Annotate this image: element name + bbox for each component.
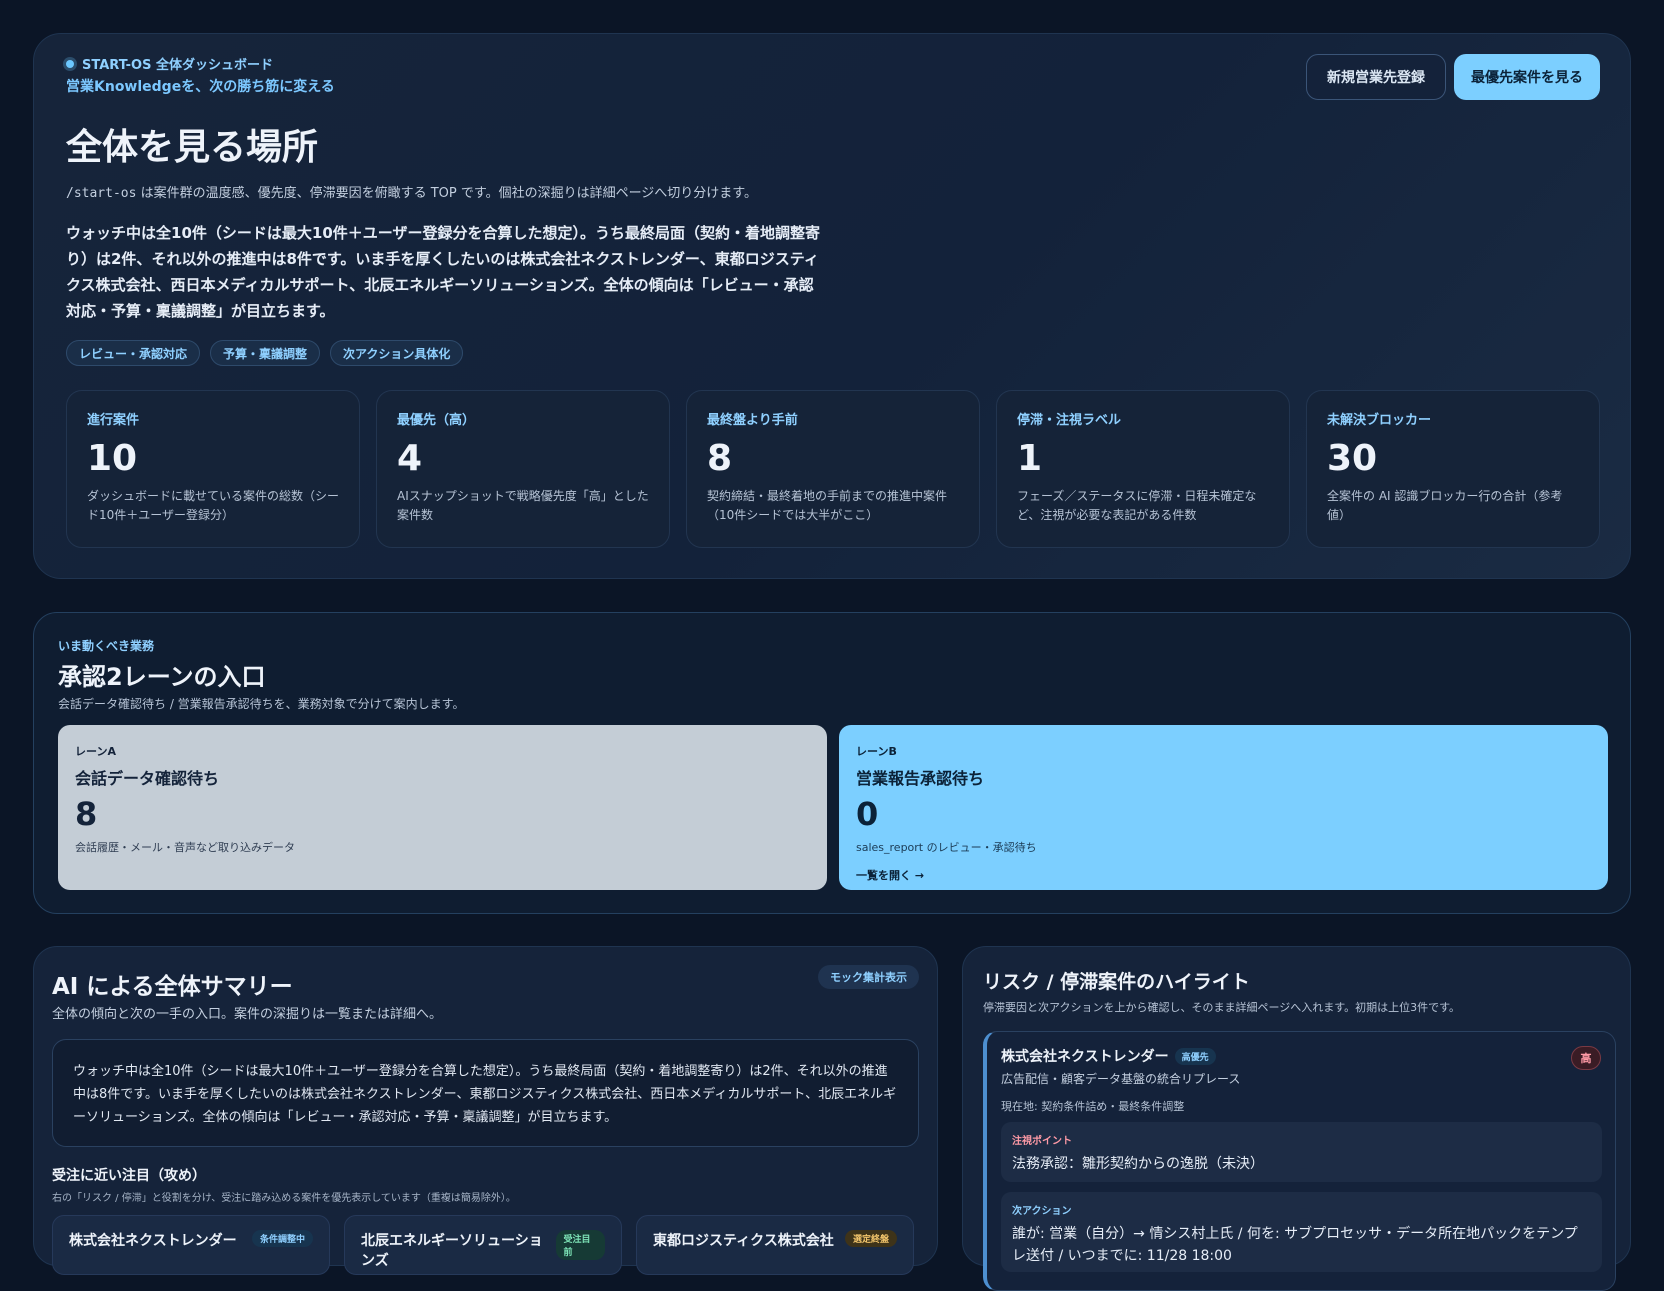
lane-title: 営業報告承認待ち (856, 769, 985, 788)
stat-label: 進行案件 (87, 413, 140, 428)
attack-section-subtitle: 右の「リスク / 停滞」と役割を分け、受注に踏み込める案件を優先表示しています（… (52, 1193, 516, 1204)
stat-description: 契約締結・最終着地の手前までの推進中案件（10件シードでは大半がここ） (707, 489, 948, 522)
trend-chip[interactable]: レビュー・承認対応 (66, 340, 201, 366)
stat-description: AIスナップショットで戦略優先度「高」とした案件数 (397, 489, 649, 522)
ai-summary-subtitle: 全体の傾向と次の一手の入口。案件の深掘りは一覧または詳細へ。 (52, 1007, 443, 1022)
lane-description: 会話履歴・メール・音声など取り込みデータ (75, 841, 295, 854)
attack-deal-list: 株式会社ネクストレンダー 条件調整中 北辰エネルギーソリューションズ 受注目前 … (52, 1215, 914, 1275)
deal-card[interactable]: 株式会社ネクストレンダー 条件調整中 (52, 1215, 330, 1275)
stat-label: 最終盤より手前 (707, 413, 798, 428)
status-dot-icon (66, 59, 74, 68)
stat-card-active-deals: 進行案件 10 ダッシュボードに載せている案件の総数（シード10件＋ユーザー登録… (66, 390, 360, 548)
deal-name: 北辰エネルギーソリューションズ (361, 1233, 543, 1269)
deal-status-badge: 受注目前 (555, 1230, 605, 1260)
attack-section-title: 受注に近い注目（攻め） (52, 1168, 206, 1184)
risk-deal-name: 株式会社ネクストレンダー (1001, 1049, 1169, 1065)
deal-status-badge: 条件調整中 (251, 1230, 313, 1247)
risk-deal-header: 株式会社ネクストレンダー 高優先 (1001, 1046, 1216, 1066)
ai-summary-title: AI による全体サマリー (52, 974, 293, 1000)
stat-card-pre-final: 最終盤より手前 8 契約締結・最終着地の手前までの推進中案件（10件シードでは大… (686, 390, 980, 548)
priority-badge: 高優先 (1174, 1047, 1216, 1065)
open-list-link[interactable]: 一覧を開く → (856, 867, 1591, 883)
next-action-box: 次アクション 誰が: 営業（自分）→ 情シス村上氏 / 何を: サブプロセッサ・… (1001, 1192, 1602, 1272)
stat-card-blockers: 未解決ブロッカー 30 全案件の AI 認識ブロッカー行の合計（参考値） (1306, 390, 1600, 548)
stat-card-top-priority: 最優先（高） 4 AIスナップショットで戦略優先度「高」とした案件数 (376, 390, 670, 548)
stat-value: 10 (87, 438, 138, 479)
stat-value: 30 (1327, 438, 1378, 479)
lane-tag: レーンB (856, 745, 897, 758)
risk-subtitle: 停滞要因と次アクションを上から確認し、そのまま詳細ページへ入れます。初期は上位3… (983, 1001, 1461, 1014)
stat-value: 1 (1017, 438, 1043, 479)
ai-summary-panel: AI による全体サマリー 全体の傾向と次の一手の入口。案件の深掘りは一覧または詳… (33, 946, 938, 1275)
deal-card[interactable]: 北辰エネルギーソリューションズ 受注目前 (344, 1215, 622, 1275)
lane-b-card[interactable]: レーンB 営業報告承認待ち 0 sales_report のレビュー・承認待ち … (839, 725, 1608, 890)
top-priority-button[interactable]: 最優先案件を見る (1454, 54, 1600, 100)
trend-chips: レビュー・承認対応 予算・稟議調整 次アクション具体化 (66, 340, 464, 366)
next-action-text: 誰が: 営業（自分）→ 情シス村上氏 / 何を: サブプロセッサ・データ所在地パ… (1012, 1226, 1578, 1264)
page-title: 全体を見る場所 (66, 127, 319, 168)
watch-point-text: 法務承認：雛形契約からの逸脱（未決） (1012, 1156, 1264, 1172)
ai-summary-text: ウォッチ中は全10件（シードは最大10件＋ユーザー登録分を合算した想定）。うち最… (52, 1039, 919, 1147)
next-action-label: 次アクション (1012, 1206, 1072, 1217)
stat-label: 停滞・注視ラベル (1017, 413, 1122, 428)
deal-card[interactable]: 東都ロジスティクス株式会社 選定終盤 (636, 1215, 914, 1275)
route-code: /start-os (66, 186, 137, 201)
risk-panel: リスク / 停滞案件のハイライト 停滞要因と次アクションを上から確認し、そのまま… (962, 946, 1631, 1291)
risk-deal-location: 現在地: 契約条件詰め・最終条件調整 (1001, 1100, 1185, 1113)
risk-deal-subtitle: 広告配信・顧客データ基盤の統合リプレース (1001, 1072, 1241, 1086)
deal-status-badge: 選定終盤 (844, 1230, 897, 1247)
stat-description: フェーズ／ステータスに停滞・日程未確定など、注視が必要な表記がある件数 (1017, 489, 1257, 522)
watch-point-box: 注視ポイント 法務承認：雛形契約からの逸脱（未決） (1001, 1122, 1602, 1182)
stat-value: 4 (397, 438, 423, 479)
stat-value: 8 (707, 438, 733, 479)
lanes-title: 承認2レーンの入口 (58, 663, 266, 691)
hero-description: /start-os は案件群の温度感、優先度、停滞要因を俯瞰する TOP です。… (66, 182, 757, 201)
stat-description: 全案件の AI 認識ブロッカー行の合計（参考値） (1327, 489, 1563, 522)
mock-badge: モック集計表示 (818, 965, 919, 989)
stat-card-stalled: 停滞・注視ラベル 1 フェーズ／ステータスに停滞・日程未確定など、注視が必要な表… (996, 390, 1290, 548)
stat-label: 未解決ブロッカー (1327, 413, 1432, 428)
lanes-description: 会話データ確認待ち / 営業報告承認待ちを、業務対象で分けて案内します。 (58, 697, 465, 711)
deal-name: 東都ロジスティクス株式会社 (653, 1233, 834, 1249)
risk-level-badge: 高 (1571, 1046, 1601, 1070)
lane-title: 会話データ確認待ち (75, 769, 220, 788)
watch-point-label: 注視ポイント (1012, 1136, 1072, 1147)
approval-lanes-panel: いま動くべき業務 承認2レーンの入口 会話データ確認待ち / 営業報告承認待ちを… (33, 612, 1631, 914)
lane-count: 0 (856, 795, 879, 833)
hero-panel: START-OS 全体ダッシュボード 営業Knowledgeを、次の勝ち筋に変え… (33, 33, 1631, 579)
lanes-eyebrow: いま動くべき業務 (58, 639, 155, 653)
hero-description-text: は案件群の温度感、優先度、停滞要因を俯瞰する TOP です。個社の深掘りは詳細ペ… (136, 186, 758, 201)
stat-cards: 進行案件 10 ダッシュボードに載せている案件の総数（シード10件＋ユーザー登録… (66, 390, 1600, 548)
trend-chip[interactable]: 次アクション具体化 (330, 340, 464, 366)
stat-label: 最優先（高） (397, 413, 476, 428)
risk-title: リスク / 停滞案件のハイライト (983, 971, 1250, 993)
deal-name: 株式会社ネクストレンダー (69, 1233, 237, 1249)
new-client-button[interactable]: 新規営業先登録 (1306, 54, 1446, 100)
lane-tag: レーンA (75, 745, 116, 758)
hero-summary: ウォッチ中は全10件（シードは最大10件＋ユーザー登録分を合算した想定）。うち最… (66, 224, 820, 320)
lane-a-card[interactable]: レーンA 会話データ確認待ち 8 会話履歴・メール・音声など取り込みデータ (58, 725, 827, 890)
eyebrow-text: START-OS 全体ダッシュボード (82, 58, 274, 73)
risk-deal-card[interactable]: 株式会社ネクストレンダー 高優先 高 広告配信・顧客データ基盤の統合リプレース … (983, 1031, 1616, 1291)
lane-count: 8 (75, 795, 98, 833)
trend-chip[interactable]: 予算・稟議調整 (210, 340, 321, 366)
hero-eyebrow: START-OS 全体ダッシュボード (66, 54, 273, 73)
hero-tagline: 営業Knowledgeを、次の勝ち筋に変える (66, 79, 335, 95)
lane-description: sales_report のレビュー・承認待ち (856, 841, 1037, 854)
stat-description: ダッシュボードに載せている案件の総数（シード10件＋ユーザー登録分） (87, 489, 340, 522)
